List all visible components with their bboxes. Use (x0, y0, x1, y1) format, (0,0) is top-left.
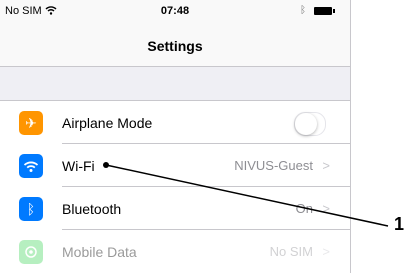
callout-line (103, 162, 389, 227)
callout-number: 1 (394, 214, 405, 234)
callout-dot (103, 162, 109, 168)
